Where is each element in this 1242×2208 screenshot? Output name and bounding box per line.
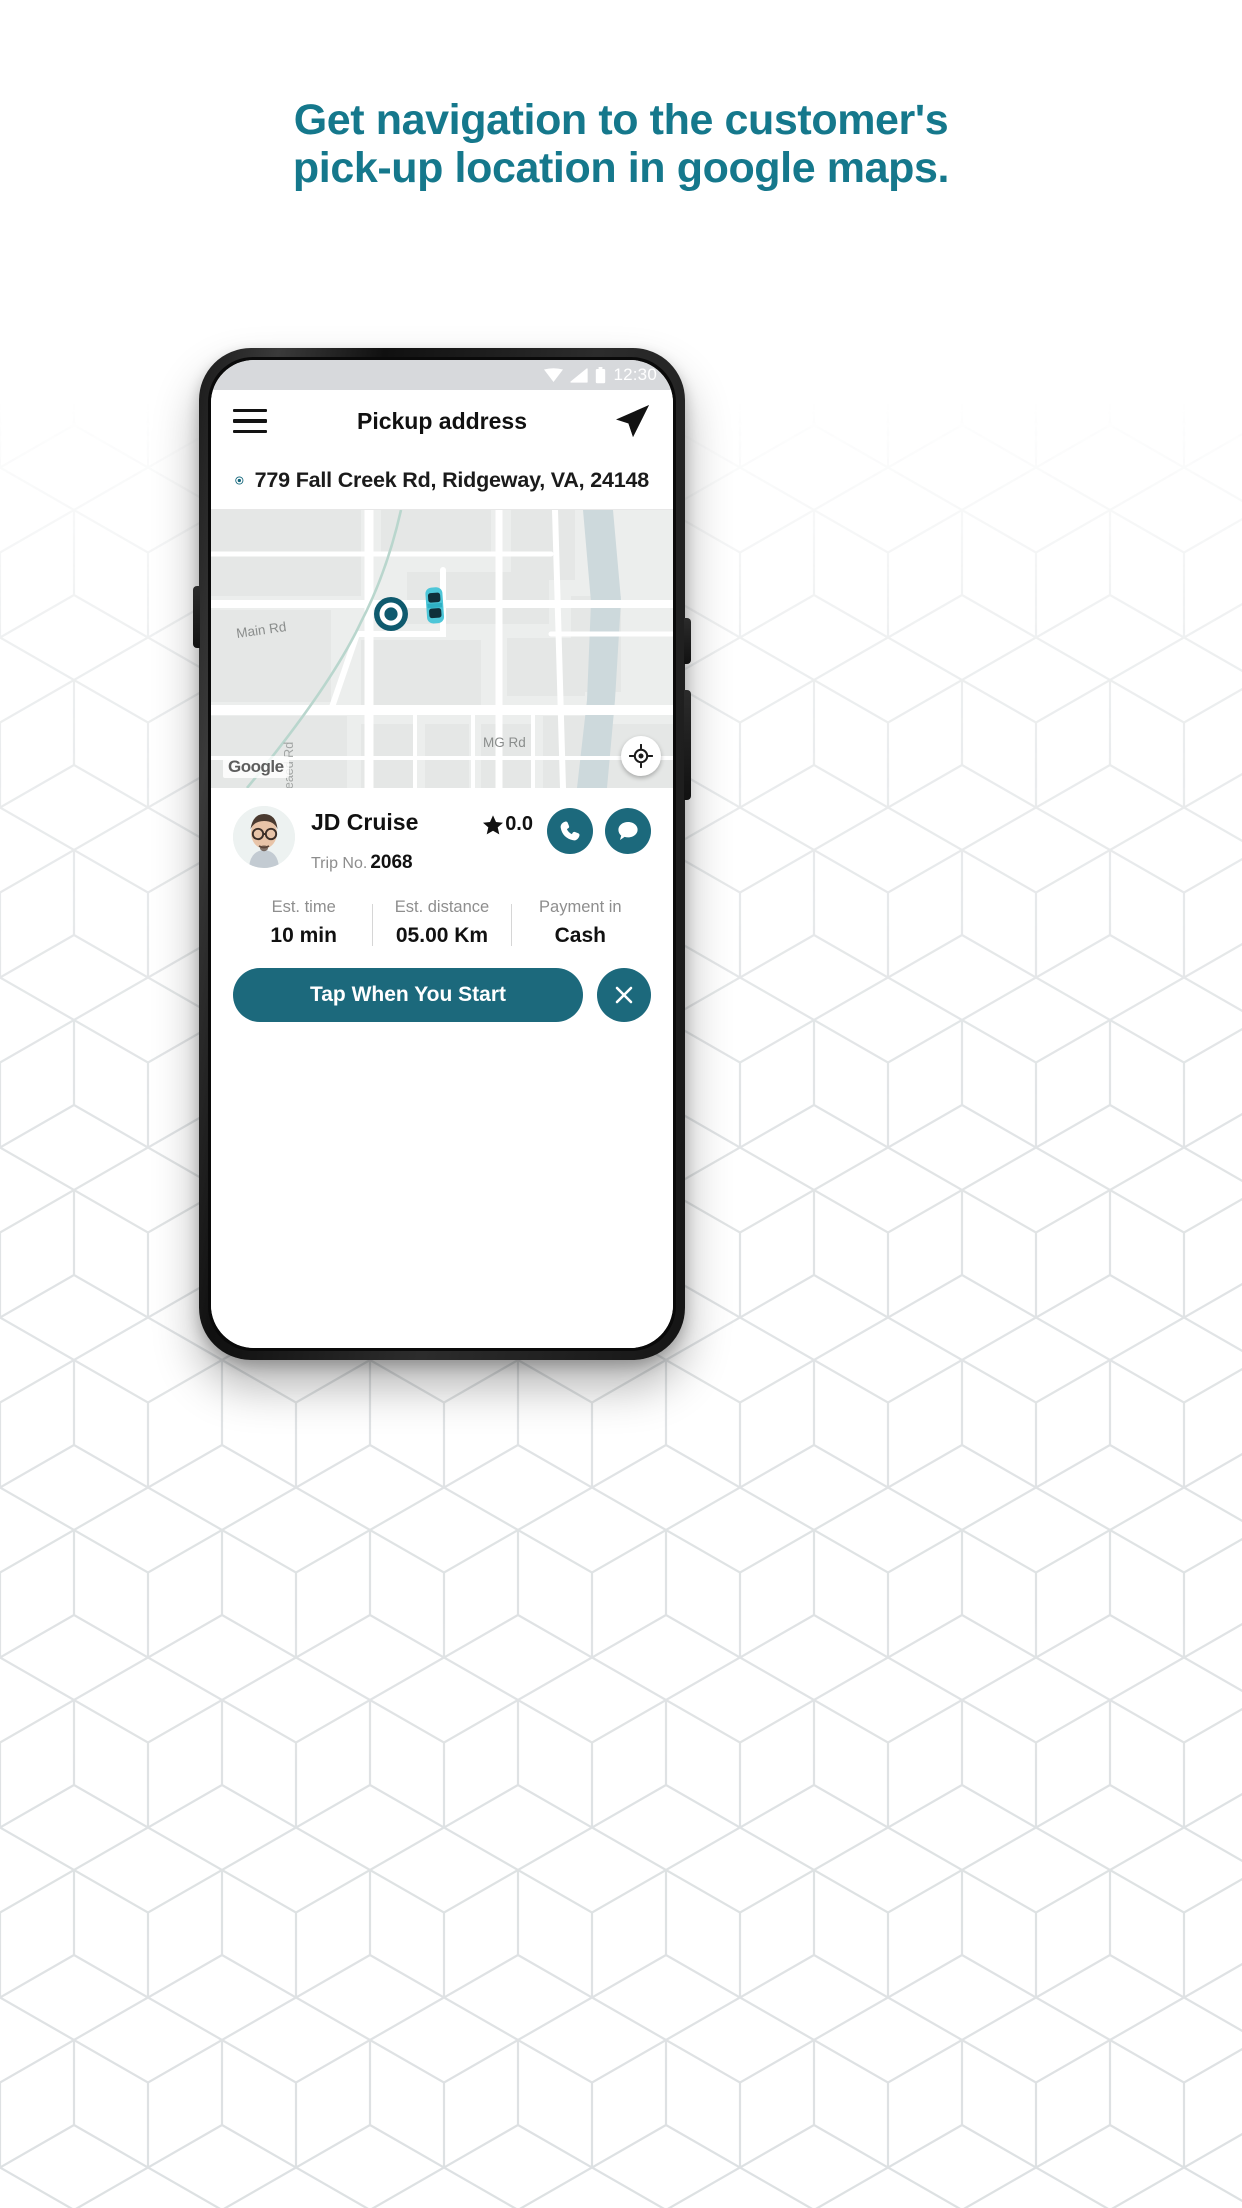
target-location-icon [235, 476, 244, 485]
driver-actions [547, 804, 651, 854]
stat-est-distance: Est. distance 05.00 Km [373, 898, 510, 948]
map-canvas: Main Rd MG Rd Jessaceaed Rd [211, 510, 673, 788]
wifi-icon [544, 367, 564, 382]
chat-bubble-icon [618, 822, 638, 840]
phone-bezel: 12:30 Pickup address 779 Fall Creek Rd, … [208, 357, 676, 1351]
chat-driver-button[interactable] [605, 808, 651, 854]
phone-mockup: 12:30 Pickup address 779 Fall Creek Rd, … [199, 348, 685, 1360]
trip-stats: Est. time 10 min Est. distance 05.00 Km … [233, 898, 651, 948]
battery-icon [596, 366, 606, 383]
phone-power-button [684, 618, 691, 664]
google-attribution-logo: Google [223, 756, 289, 778]
hamburger-menu-icon[interactable] [233, 409, 267, 433]
cta-row: Tap When You Start [233, 968, 651, 1022]
headline-line-1: Get navigation to the customer's [293, 96, 949, 144]
driver-info: JD Cruise Trip No. 2068 [311, 804, 482, 874]
trip-number-row: Trip No. 2068 [311, 852, 482, 874]
trip-number-label: Trip No. [311, 855, 368, 872]
status-clock: 12:30 [613, 365, 657, 384]
star-icon [483, 814, 504, 834]
map-label-mg-rd: MG Rd [483, 735, 526, 750]
driver-avatar [233, 806, 295, 868]
send-navigate-icon[interactable] [613, 403, 651, 439]
cancel-trip-button[interactable] [597, 968, 651, 1022]
map-view[interactable]: Main Rd MG Rd Jessaceaed Rd Google [211, 510, 673, 788]
page-title: Pickup address [356, 407, 528, 434]
stat-value: 05.00 Km [395, 924, 489, 947]
pickup-address-text: 779 Fall Creek Rd, Ridgeway, VA, 24148 [254, 468, 650, 492]
page-headline: Get navigation to the customer's pick-up… [0, 96, 1242, 192]
tap-when-you-start-button[interactable]: Tap When You Start [233, 968, 583, 1022]
pickup-target-marker-icon [374, 597, 408, 631]
phone-volume-button [193, 586, 200, 648]
signal-icon [570, 367, 589, 383]
driver-rating: 0.0 [482, 804, 533, 836]
stat-est-time: Est. time 10 min [235, 898, 372, 948]
stat-label: Payment in [539, 898, 622, 916]
stat-label: Est. distance [394, 898, 490, 916]
car-icon [425, 587, 445, 624]
avatar-illustration [233, 806, 295, 868]
stat-value: Cash [554, 924, 606, 947]
stat-payment-in: Payment in Cash [512, 898, 649, 948]
rating-value: 0.0 [505, 813, 533, 835]
headline-line-2: pick-up location in google maps. [292, 144, 950, 192]
phone-volume-rocker [684, 690, 691, 800]
trip-number-value: 2068 [370, 852, 413, 873]
driver-row: JD Cruise Trip No. 2068 0.0 [233, 804, 651, 892]
driver-name: JD Cruise [311, 809, 419, 835]
call-driver-button[interactable] [547, 808, 593, 854]
stat-value: 10 min [270, 924, 337, 947]
my-location-icon [629, 744, 653, 768]
address-bar[interactable]: 779 Fall Creek Rd, Ridgeway, VA, 24148 [211, 452, 673, 510]
status-bar: 12:30 [211, 360, 673, 390]
trip-details-sheet: JD Cruise Trip No. 2068 0.0 Est. time 10… [211, 788, 673, 1348]
phone-screen: 12:30 Pickup address 779 Fall Creek Rd, … [211, 360, 673, 1348]
app-bar: Pickup address [211, 390, 673, 452]
stat-label: Est. time [271, 898, 336, 916]
close-x-icon [615, 986, 633, 1004]
my-location-button[interactable] [621, 736, 661, 776]
phone-call-icon [560, 821, 580, 841]
